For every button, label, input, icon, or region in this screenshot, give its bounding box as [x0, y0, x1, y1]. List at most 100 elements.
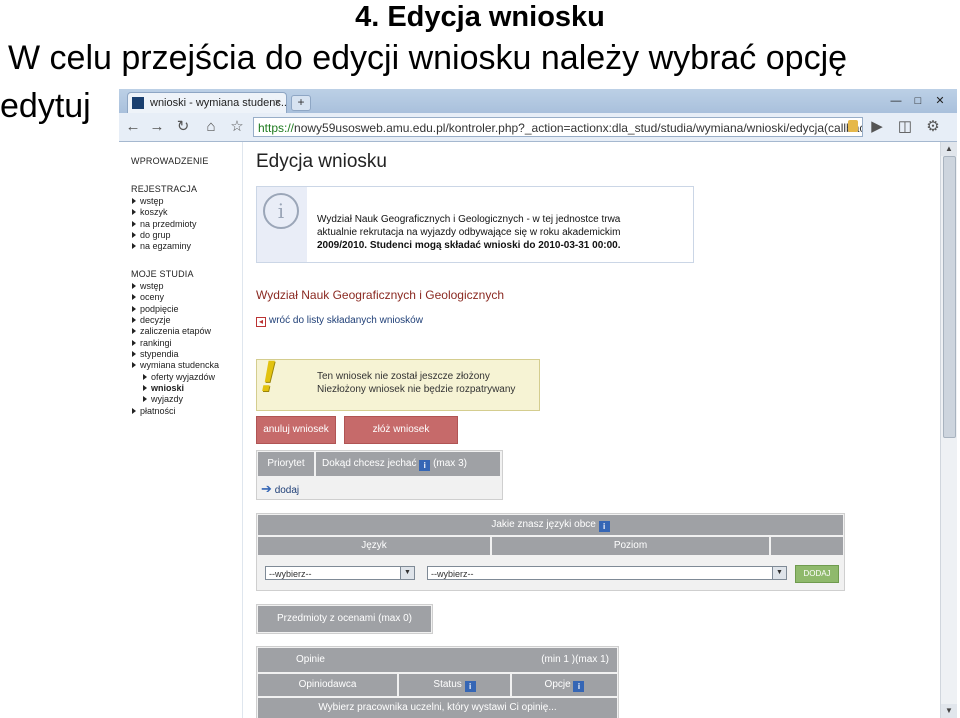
sidebar-item-wstep-studia[interactable]: wstęp: [132, 281, 164, 291]
sidebar-item-rankingi[interactable]: rankingi: [132, 338, 172, 348]
sidebar-item-decyzje[interactable]: decyzje: [132, 315, 171, 325]
sidebar-item-platnosci[interactable]: płatności: [132, 406, 176, 416]
triangle-right-icon: [132, 328, 136, 334]
sidebar-item-label: wnioski: [151, 383, 185, 393]
home-icon[interactable]: ⌂: [201, 118, 221, 136]
triangle-right-icon: [132, 340, 136, 346]
back-to-list-link[interactable]: ◂ wróć do listy składanych wniosków: [256, 315, 423, 327]
info-square-icon[interactable]: i: [598, 521, 610, 532]
warning-message: Ten wniosek nie został jeszcze złożony N…: [317, 370, 515, 396]
language-select[interactable]: --wybierz-- ▼: [265, 566, 415, 580]
sidebar-item-label: oferty wyjazdów: [151, 372, 216, 382]
languages-table: Jakie znasz języki obce i Język Poziom -…: [256, 513, 845, 591]
wrench-icon[interactable]: ⚙: [923, 118, 943, 136]
triangle-right-icon: [132, 209, 136, 215]
close-window-icon[interactable]: ✕: [929, 94, 951, 108]
info-line-1: Wydział Nauk Geograficznych i Geologiczn…: [317, 214, 621, 225]
sidebar-item-wstep[interactable]: wstęp: [132, 196, 164, 206]
warning-exclamation-icon: !: [255, 352, 281, 401]
lock-icon: [848, 120, 858, 132]
back-link-label: wróć do listy składanych wniosków: [269, 315, 423, 326]
triangle-right-icon: [132, 221, 136, 227]
sidebar-item-zaliczenia[interactable]: zaliczenia etapów: [132, 326, 211, 336]
sidebar-item-label: płatności: [140, 406, 176, 416]
add-label: dodaj: [274, 485, 300, 496]
sidebar-item-podpiecie[interactable]: podpięcie: [132, 304, 179, 314]
sidebar-item-wprowadzenie[interactable]: WPROWADZENIE: [131, 156, 209, 166]
sidebar-item-stypendia[interactable]: stypendia: [132, 349, 179, 359]
main-panel: Edycja wniosku i Wydział Nauk Geograficz…: [256, 142, 936, 718]
site-favicon-icon: [132, 97, 144, 109]
destination-header-label: Dokąd chcesz jechać: [322, 458, 417, 469]
add-language-button[interactable]: DODAJ: [795, 565, 839, 583]
sidebar-section-moje-studia[interactable]: MOJE STUDIA: [131, 269, 194, 279]
sidebar-item-wyjazdy[interactable]: wyjazdy: [143, 394, 183, 404]
vertical-scrollbar[interactable]: ▲ ▼: [940, 142, 957, 718]
sidebar-item-oferty[interactable]: oferty wyjazdów: [143, 372, 215, 382]
warning-line-2: Niezłożony wniosek nie będzie rozpatrywa…: [317, 384, 516, 395]
page-content: WPROWADZENIE REJESTRACJA wstęp koszyk na…: [119, 142, 941, 718]
info-box: i Wydział Nauk Geograficznych i Geologic…: [256, 186, 694, 263]
sidebar-item-label: na egzaminy: [140, 241, 192, 251]
cancel-application-button[interactable]: anuluj wniosek: [256, 416, 336, 444]
bookmark-star-icon[interactable]: ☆: [227, 118, 247, 136]
triangle-right-icon: [132, 408, 136, 414]
sidebar-item-label: stypendia: [140, 349, 179, 359]
info-square-icon[interactable]: i: [419, 460, 431, 471]
sidebar-item-do-grup[interactable]: do grup: [132, 230, 171, 240]
url-scheme: https://: [258, 121, 295, 135]
languages-header: Jakie znasz języki obce i: [258, 515, 843, 535]
maximize-icon[interactable]: □: [907, 94, 929, 108]
submit-application-button[interactable]: złóż wniosek: [344, 416, 458, 444]
sidebar-item-koszyk[interactable]: koszyk: [132, 207, 168, 217]
triangle-right-icon: [143, 374, 147, 380]
reload-icon[interactable]: ↻: [173, 118, 193, 136]
sidebar-item-wnioski[interactable]: wnioski: [143, 383, 184, 393]
triangle-right-icon: [132, 362, 136, 368]
scroll-down-icon[interactable]: ▼: [941, 704, 957, 718]
sidebar-item-na-przedmioty[interactable]: na przedmioty: [132, 219, 197, 229]
minimize-icon[interactable]: —: [885, 94, 907, 108]
choose-employee-row[interactable]: Wybierz pracownika uczelni, który wystaw…: [258, 698, 617, 718]
info-square-icon[interactable]: i: [464, 681, 476, 692]
add-destination-link[interactable]: ➔ dodaj: [261, 481, 299, 497]
sidebar-item-na-egzaminy[interactable]: na egzaminy: [132, 241, 191, 251]
sidebar-item-label: podpięcie: [140, 304, 179, 314]
back-arrow-icon[interactable]: ←: [123, 118, 143, 136]
triangle-right-icon: [143, 396, 147, 402]
sidebar-item-wymiana[interactable]: wymiana studencka: [132, 360, 219, 370]
triangle-right-icon: [132, 283, 136, 289]
new-tab-button[interactable]: +: [291, 95, 311, 111]
sidebar-section-rejestracja[interactable]: REJESTRACJA: [131, 184, 197, 194]
forward-arrow-icon[interactable]: →: [147, 118, 167, 136]
info-square-icon[interactable]: i: [573, 681, 585, 692]
sidebar-item-oceny[interactable]: oceny: [132, 292, 164, 302]
triangle-right-icon: [132, 198, 136, 204]
level-select[interactable]: --wybierz-- ▼: [427, 566, 787, 580]
sidebar-menu: WPROWADZENIE REJESTRACJA wstęp koszyk na…: [119, 142, 243, 718]
action-column-header: [771, 537, 843, 555]
level-select-value: --wybierz--: [431, 569, 474, 579]
sidebar-item-label: wstęp: [140, 196, 164, 206]
options-header-label: Opcje: [544, 679, 571, 690]
address-bar[interactable]: https://nowy59usosweb.amu.edu.pl/kontrol…: [253, 117, 863, 137]
tab-bar: wnioski - wymiana studenc... × + — □ ✕: [119, 89, 957, 113]
browser-window: wnioski - wymiana studenc... × + — □ ✕ ← →…: [119, 89, 957, 718]
sidebar-item-label: wymiana studencka: [140, 360, 220, 370]
language-column-header: Język: [258, 537, 490, 555]
triangle-right-icon: [143, 385, 147, 391]
priority-table: Priorytet Dokąd chcesz jechać i (max 3) …: [256, 450, 503, 500]
go-arrow-icon[interactable]: ▶: [867, 118, 887, 136]
dropdown-arrow-icon: ▼: [772, 567, 786, 579]
level-column-header: Poziom: [492, 537, 769, 555]
window-controls: — □ ✕: [885, 91, 951, 109]
priority-header: Priorytet: [258, 452, 314, 476]
tab-title: wnioski - wymiana studenc...: [150, 97, 287, 109]
scrollbar-thumb[interactable]: [943, 156, 956, 438]
browser-tab[interactable]: wnioski - wymiana studenc... ×: [127, 92, 287, 113]
subjects-header: Przedmioty z ocenami (max 0): [258, 606, 431, 632]
tab-close-icon[interactable]: ×: [275, 93, 281, 113]
language-select-value: --wybierz--: [269, 569, 312, 579]
scroll-up-icon[interactable]: ▲: [941, 142, 957, 156]
page-menu-icon[interactable]: ◫: [895, 118, 915, 136]
